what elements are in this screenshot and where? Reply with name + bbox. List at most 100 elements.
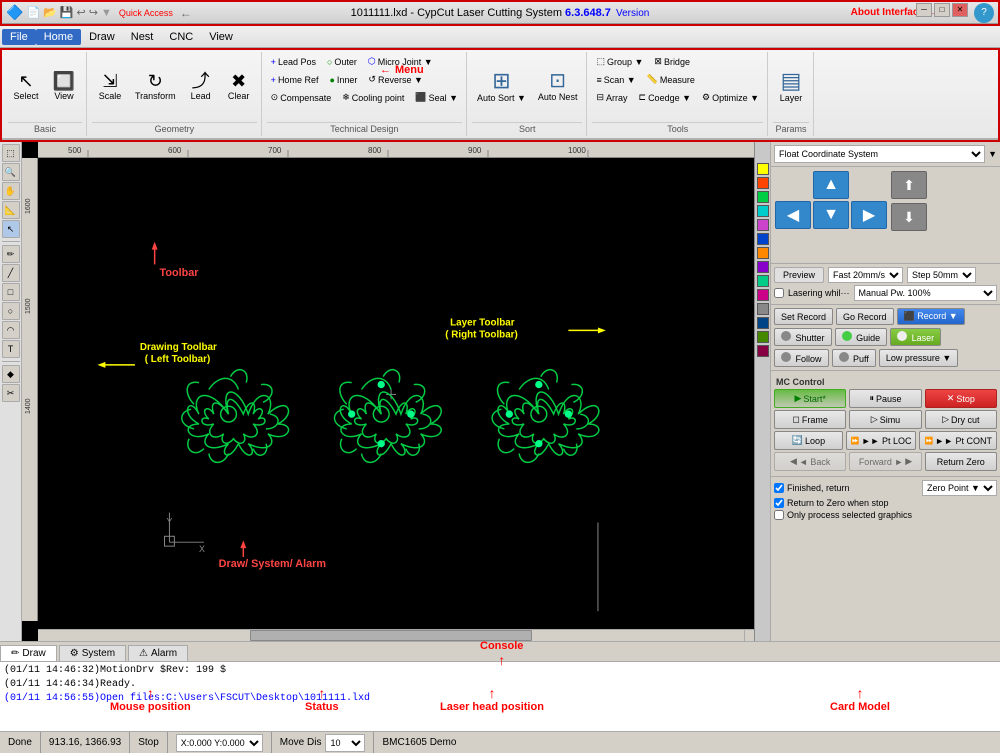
layer-color-2[interactable] [757, 191, 769, 203]
scan-button[interactable]: ≡ Scan ▼ [592, 72, 639, 87]
cooling-point-button[interactable]: ❄ Cooling point [338, 90, 408, 105]
minimize-button[interactable]: ─ [916, 3, 932, 17]
node-tool[interactable]: ◆ [2, 365, 20, 383]
layer-color-9[interactable] [757, 289, 769, 301]
zero-point-select[interactable]: Zero Point ▼ [922, 480, 997, 496]
measure-tool[interactable]: 📐 [2, 201, 20, 219]
low-pressure-button[interactable]: Low pressure ▼ [879, 349, 958, 367]
start-button[interactable]: ▶ Start* [774, 389, 846, 408]
h-scrollbar[interactable] [38, 629, 744, 641]
record-button[interactable]: ⬛ Record ▼ [897, 308, 965, 325]
menu-draw[interactable]: Draw [81, 29, 123, 45]
coedge-button[interactable]: ⊏ Coedge ▼ [635, 90, 695, 105]
manual-select[interactable]: Manual Pw. 100% [854, 285, 997, 301]
menu-cnc[interactable]: CNC [161, 29, 201, 45]
open-icon[interactable]: 📂 [43, 6, 57, 19]
loop-button[interactable]: 🔄 Loop [774, 431, 843, 450]
trim-tool[interactable]: ✂ [2, 384, 20, 402]
canvas-content[interactable]: Y X [38, 158, 754, 621]
home-ref-button[interactable]: + Home Ref [267, 72, 323, 87]
step-select[interactable]: Step 50mm [907, 267, 976, 283]
compensate-button[interactable]: ⊙ Compensate [267, 90, 336, 105]
dir-up-button[interactable]: ▲ [813, 171, 849, 199]
layer-color-3[interactable] [757, 205, 769, 217]
save-icon[interactable]: 💾 [60, 6, 74, 19]
layer-color-0[interactable] [757, 163, 769, 175]
redo-icon[interactable]: ↪ [89, 6, 98, 19]
dropdown-arrow-icon[interactable]: ▼ [988, 149, 997, 159]
layer-button[interactable]: ▤ Layer [773, 59, 809, 115]
follow-button[interactable]: Follow [774, 349, 829, 367]
lasso-tool[interactable]: ⬚ [2, 144, 20, 162]
dir-down-button[interactable]: ▼ [813, 201, 849, 229]
layer-color-12[interactable] [757, 331, 769, 343]
back-button[interactable]: ◀ ◄ Back [774, 452, 846, 471]
maximize-button[interactable]: □ [934, 3, 950, 17]
forward-button[interactable]: Forward ► ▶ [849, 452, 921, 471]
frame-button[interactable]: ◻ Frame [774, 410, 846, 429]
bridge-button[interactable]: ⊠ Bridge [650, 54, 694, 69]
tab-draw[interactable]: ✏ Draw [0, 645, 57, 661]
simu-button[interactable]: ▷ Simu [849, 410, 921, 429]
close-button[interactable]: ✕ [952, 3, 968, 17]
dir-left-button[interactable]: ◀ [775, 201, 811, 229]
seal-button[interactable]: ⬛ Seal ▼ [411, 90, 462, 105]
menu-nest[interactable]: Nest [123, 29, 162, 45]
measure-button[interactable]: 📏 Measure [643, 72, 699, 87]
guide-button[interactable]: Guide [835, 328, 888, 346]
dry-cut-button[interactable]: ▷ Dry cut [925, 410, 997, 429]
auto-nest-button[interactable]: ⊡ Auto Nest [533, 59, 583, 115]
new-icon[interactable]: 📄 [26, 6, 40, 19]
layer-color-6[interactable] [757, 247, 769, 259]
laser-button[interactable]: Laser [890, 328, 941, 346]
array-button[interactable]: ⊟ Array [592, 90, 631, 105]
lead-pos-button[interactable]: + Lead Pos [267, 54, 320, 69]
menu-home[interactable]: Home [36, 29, 81, 45]
preview-button[interactable]: Preview [774, 267, 824, 283]
return-zero-checkbox[interactable] [774, 498, 784, 508]
layer-color-4[interactable] [757, 219, 769, 231]
circle-tool[interactable]: ○ [2, 302, 20, 320]
shutter-button[interactable]: Shutter [774, 328, 832, 346]
text-tool[interactable]: T [2, 340, 20, 358]
float-coord-select[interactable]: Float Coordinate System [774, 145, 985, 163]
line-tool[interactable]: ╱ [2, 264, 20, 282]
fast-select[interactable]: Fast 20mm/s [828, 267, 903, 283]
menu-file[interactable]: File [2, 29, 36, 45]
lasering-checkbox[interactable] [774, 288, 784, 298]
layer-color-10[interactable] [757, 303, 769, 315]
transform-button[interactable]: ↻ Transform [130, 59, 181, 115]
micro-joint-button[interactable]: ⬡ Micro Joint ▼ [364, 54, 437, 69]
layer-color-13[interactable] [757, 345, 769, 357]
auto-sort-button[interactable]: ⊞ Auto Sort ▼ [472, 59, 531, 115]
pt-cont-button[interactable]: ⏩ ►► Pt CONT [919, 431, 997, 450]
only-process-checkbox[interactable] [774, 510, 784, 520]
group-button[interactable]: ⬚ Group ▼ [592, 54, 647, 69]
layer-color-5[interactable] [757, 233, 769, 245]
finished-return-checkbox[interactable] [774, 483, 784, 493]
set-record-button[interactable]: Set Record [774, 308, 833, 325]
reverse-button[interactable]: ↺ Reverse ▼ [364, 72, 426, 87]
go-record-button[interactable]: Go Record [836, 308, 894, 325]
menu-view[interactable]: View [201, 29, 241, 45]
about-button[interactable]: ? [974, 3, 994, 23]
scale-button[interactable]: ⇲ Scale [92, 59, 128, 115]
move-dis-select[interactable]: 10 [325, 734, 365, 752]
pause-button[interactable]: ⏸ Pause [849, 389, 921, 408]
pan-tool[interactable]: ✋ [2, 182, 20, 200]
layer-color-11[interactable] [757, 317, 769, 329]
inner-button[interactable]: ● Inner [325, 72, 361, 87]
optimize-button[interactable]: ⚙ Optimize ▼ [698, 90, 763, 105]
dir-right-button[interactable]: ▶ [851, 201, 887, 229]
arc-tool[interactable]: ◠ [2, 321, 20, 339]
lead-button[interactable]: ⤴ Lead [183, 59, 219, 115]
app-icon[interactable]: 🔷 [6, 4, 23, 21]
tab-system[interactable]: ⚙ System [59, 645, 126, 661]
pointer-tool[interactable]: ↖ [2, 220, 20, 238]
return-zero-button[interactable]: Return Zero [925, 452, 997, 471]
layer-color-1[interactable] [757, 177, 769, 189]
layer-color-8[interactable] [757, 275, 769, 287]
tab-alarm[interactable]: ⚠ Alarm [128, 645, 188, 661]
stop-button[interactable]: ✕ Stop [925, 389, 997, 408]
laser-pos-select[interactable]: X:0.000 Y:0.000 [176, 734, 263, 752]
